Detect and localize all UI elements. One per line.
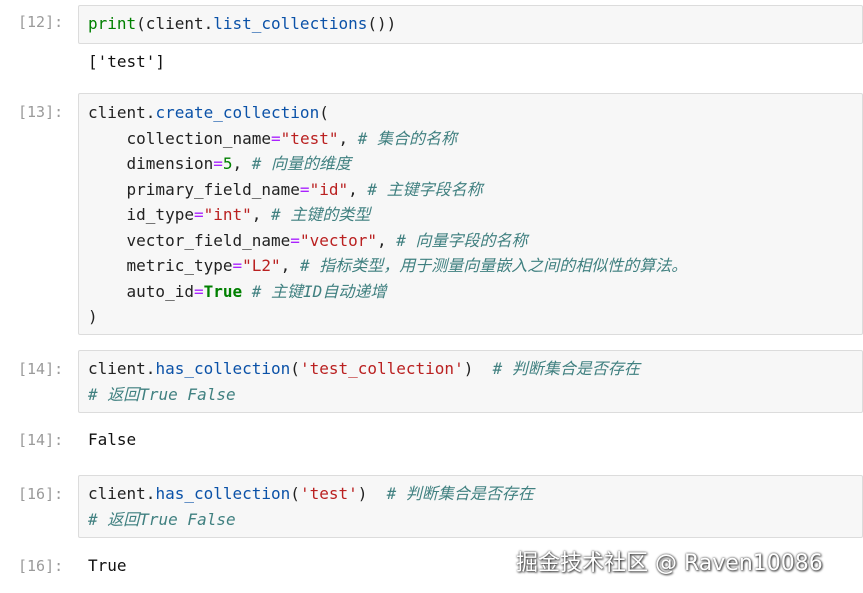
code-token: , [280,256,300,275]
code-token: "L2" [242,256,281,275]
output-prompt-16: [16]: [18,557,64,575]
input-prompt-12: [12]: [18,13,64,31]
code-token: create_collection [155,103,320,122]
code-editor[interactable]: client.has_collection('test') # 判断集合是否存在… [79,476,862,532]
watermark: 掘金技术社区 @ Raven10086 [516,551,823,576]
code-token: = [271,128,281,148]
code-token: client. [88,103,156,122]
code-token: 'test_collection' [299,359,464,378]
code-token: ( [290,484,300,503]
code-token: "int" [203,205,252,224]
cell-output-14: False [88,430,137,449]
code-editor[interactable]: client.has_collection('test_collection')… [79,351,862,407]
code-token: = [193,205,204,224]
code-cell-12[interactable]: print(client.list_collections()) [78,5,863,44]
code-token: primary_field_name [88,179,300,199]
output-prompt-14: [14]: [18,431,64,449]
code-cell-13[interactable]: client.create_collection( collection_nam… [78,93,863,335]
code-comment: # 向量的维度 [251,154,352,173]
code-token: (client. [136,14,214,33]
code-comment: # 判断集合是否存在 [386,484,534,503]
code-token: 5 [222,154,233,173]
cell-output-12: ['test'] [88,52,166,71]
code-token: = [193,281,204,301]
code-comment: # 指标类型，用于测量向量嵌入之间的相似性的算法。 [299,256,688,275]
code-token: True [203,281,243,301]
code-token: "test" [280,128,339,148]
code-token: = [232,256,243,275]
code-token: list_collections [213,14,368,33]
code-token: ) [357,484,387,503]
code-comment: # 主键的类型 [271,205,371,224]
code-token: metric_type [88,256,233,275]
input-prompt-13: [13]: [18,103,64,121]
code-token: 'test' [299,484,358,503]
code-comment: # 返回True False [88,509,236,529]
code-token: = [213,154,223,173]
code-cell-14[interactable]: client.has_collection('test_collection')… [78,350,863,413]
code-token: dimension [88,154,214,173]
code-editor[interactable]: print(client.list_collections()) [79,6,862,37]
code-comment: # 主键ID自动递增 [251,281,387,301]
code-token: , [251,205,272,224]
code-token: print [88,14,137,33]
code-comment: # 向量字段的名称 [396,230,528,250]
code-token: , [348,179,368,199]
code-token: ) [88,307,98,326]
code-token: "id" [309,179,349,199]
code-comment: # 判断集合是否存在 [492,359,640,378]
code-token: client. [88,484,156,503]
code-token: , [377,230,397,250]
code-token: has_collection [155,359,291,378]
code-comment: # 返回True False [88,384,236,404]
code-token: = [299,179,310,199]
code-token: ( [290,359,300,378]
code-token: = [290,230,300,250]
code-token: auto_id [88,281,194,301]
code-comment: # 主键字段名称 [367,179,483,199]
code-editor[interactable]: client.create_collection( collection_nam… [79,94,862,330]
cell-output-16: True [88,556,127,575]
code-token: collection_name [88,128,272,148]
code-token: , [232,154,252,173]
input-prompt-14: [14]: [18,360,64,378]
code-token: id_type [88,205,194,224]
code-token: ()) [367,14,397,33]
code-token: vector_field_name [88,230,291,250]
code-token: "vector" [299,230,377,250]
code-comment: # 集合的名称 [357,128,458,148]
code-token: ) [463,359,493,378]
code-cell-16[interactable]: client.has_collection('test') # 判断集合是否存在… [78,475,863,538]
code-token: client. [88,359,156,378]
code-token: , [338,128,358,148]
code-token: ( [319,103,329,122]
code-token: has_collection [155,484,291,503]
input-prompt-16: [16]: [18,485,64,503]
